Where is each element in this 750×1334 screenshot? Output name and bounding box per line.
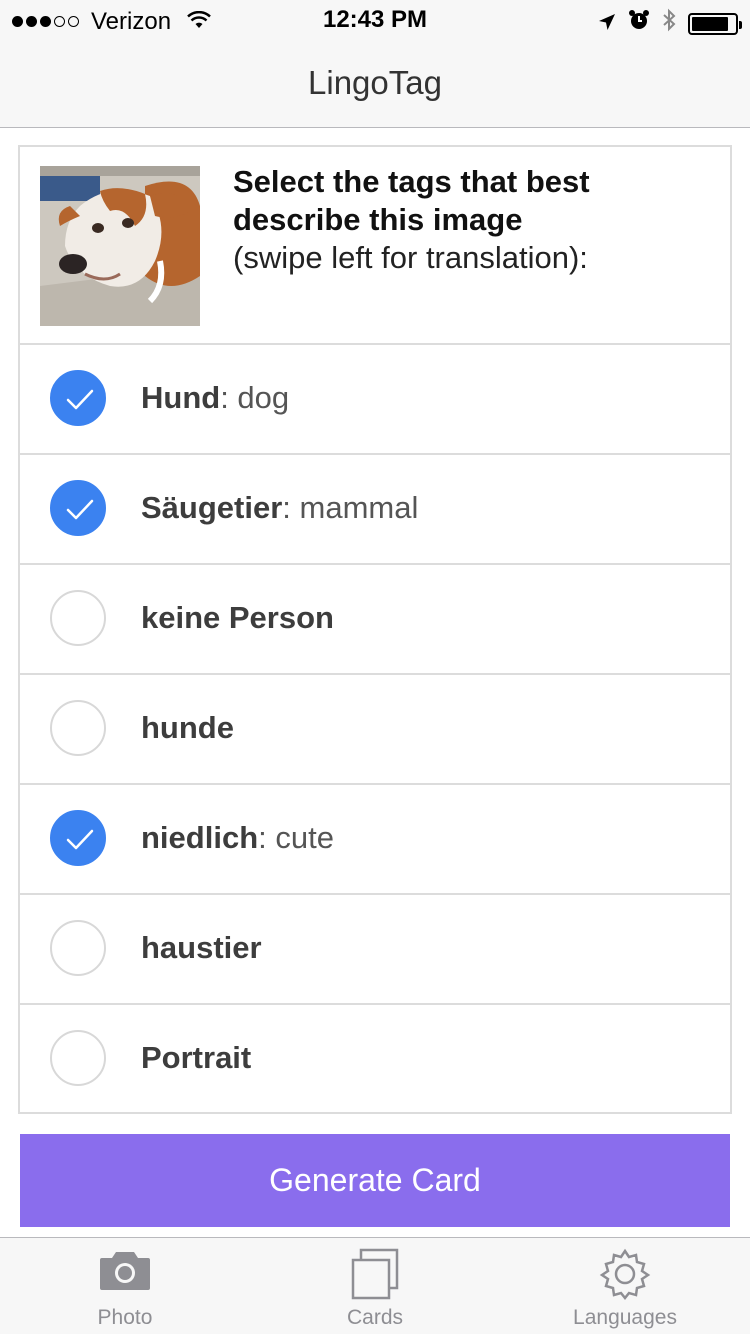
- tag-row-niedlich[interactable]: niedlich: cute: [20, 785, 730, 895]
- tag-word: Hund: [141, 380, 221, 415]
- tag-checkbox[interactable]: [50, 590, 106, 646]
- tab-cards-label: Cards: [346, 1306, 404, 1329]
- tag-row-hund[interactable]: Hund: dog: [20, 345, 730, 455]
- tag-checkbox[interactable]: [50, 370, 106, 426]
- tag-label: Portrait: [141, 1040, 251, 1076]
- tag-row-haustier[interactable]: haustier: [20, 895, 730, 1005]
- alarm-clock-icon: [628, 9, 650, 38]
- tag-label: keine Person: [141, 600, 334, 636]
- tag-label: haustier: [141, 930, 262, 966]
- tag-label: niedlich: cute: [141, 820, 334, 856]
- tag-translation: : dog: [220, 380, 290, 415]
- checkmark-icon: [66, 389, 94, 410]
- top-bar: Verizon 12:43 PM LingoTag: [0, 0, 750, 128]
- prompt-text: Select the tags that best describe this …: [233, 163, 713, 277]
- bluetooth-icon: [662, 8, 676, 39]
- battery-level: [692, 16, 728, 31]
- generate-card-button[interactable]: Generate Card: [20, 1134, 730, 1227]
- prompt-hint: (swipe left for translation):: [233, 240, 588, 275]
- tag-label: hunde: [141, 710, 234, 746]
- tag-checkbox[interactable]: [50, 1030, 106, 1086]
- tag-word: keine Person: [141, 600, 334, 635]
- tag-word: niedlich: [141, 820, 259, 855]
- tag-checkbox[interactable]: [50, 920, 106, 976]
- tag-row-portrait[interactable]: Portrait: [20, 1005, 730, 1115]
- status-right: [598, 8, 742, 39]
- dog-photo-thumbnail: [40, 166, 200, 326]
- nav-title: LingoTag: [308, 64, 442, 101]
- tab-photo-label: Photo: [97, 1306, 153, 1329]
- status-bar: Verizon 12:43 PM: [0, 0, 750, 40]
- screen: Verizon 12:43 PM LingoTag Select the tag…: [0, 0, 750, 1334]
- tag-word: Portrait: [141, 1040, 252, 1075]
- tag-checkbox[interactable]: [50, 810, 106, 866]
- tab-languages-label: Languages: [573, 1306, 677, 1329]
- tab-bar: Photo Cards Languages: [0, 1237, 750, 1334]
- image-header: Select the tags that best describe this …: [20, 147, 730, 345]
- gear-icon: [500, 1248, 750, 1300]
- battery-icon: [688, 12, 742, 35]
- tab-cards[interactable]: Cards: [250, 1238, 500, 1334]
- tag-word: haustier: [141, 930, 262, 965]
- tag-word: Säugetier: [141, 490, 283, 525]
- tag-label: Säugetier: mammal: [141, 490, 418, 526]
- tag-checkbox[interactable]: [50, 480, 106, 536]
- tab-languages[interactable]: Languages: [500, 1238, 750, 1334]
- checkmark-icon: [66, 829, 94, 850]
- tag-word: hunde: [141, 710, 234, 745]
- tag-card: Select the tags that best describe this …: [18, 145, 732, 1114]
- prompt-title: Select the tags that best describe this …: [233, 164, 590, 237]
- cards-icon: [250, 1248, 500, 1300]
- tag-translation: : cute: [258, 820, 334, 855]
- tag-row-hunde[interactable]: hunde: [20, 675, 730, 785]
- tag-row-saeugetier[interactable]: Säugetier: mammal: [20, 455, 730, 565]
- tag-checkbox[interactable]: [50, 700, 106, 756]
- tag-label: Hund: dog: [141, 380, 289, 416]
- camera-icon: [0, 1248, 250, 1298]
- location-arrow-icon: [598, 9, 616, 38]
- tab-photo[interactable]: Photo: [0, 1238, 250, 1334]
- tag-row-keine-person[interactable]: keine Person: [20, 565, 730, 675]
- tag-translation: : mammal: [282, 490, 419, 525]
- checkmark-icon: [66, 499, 94, 520]
